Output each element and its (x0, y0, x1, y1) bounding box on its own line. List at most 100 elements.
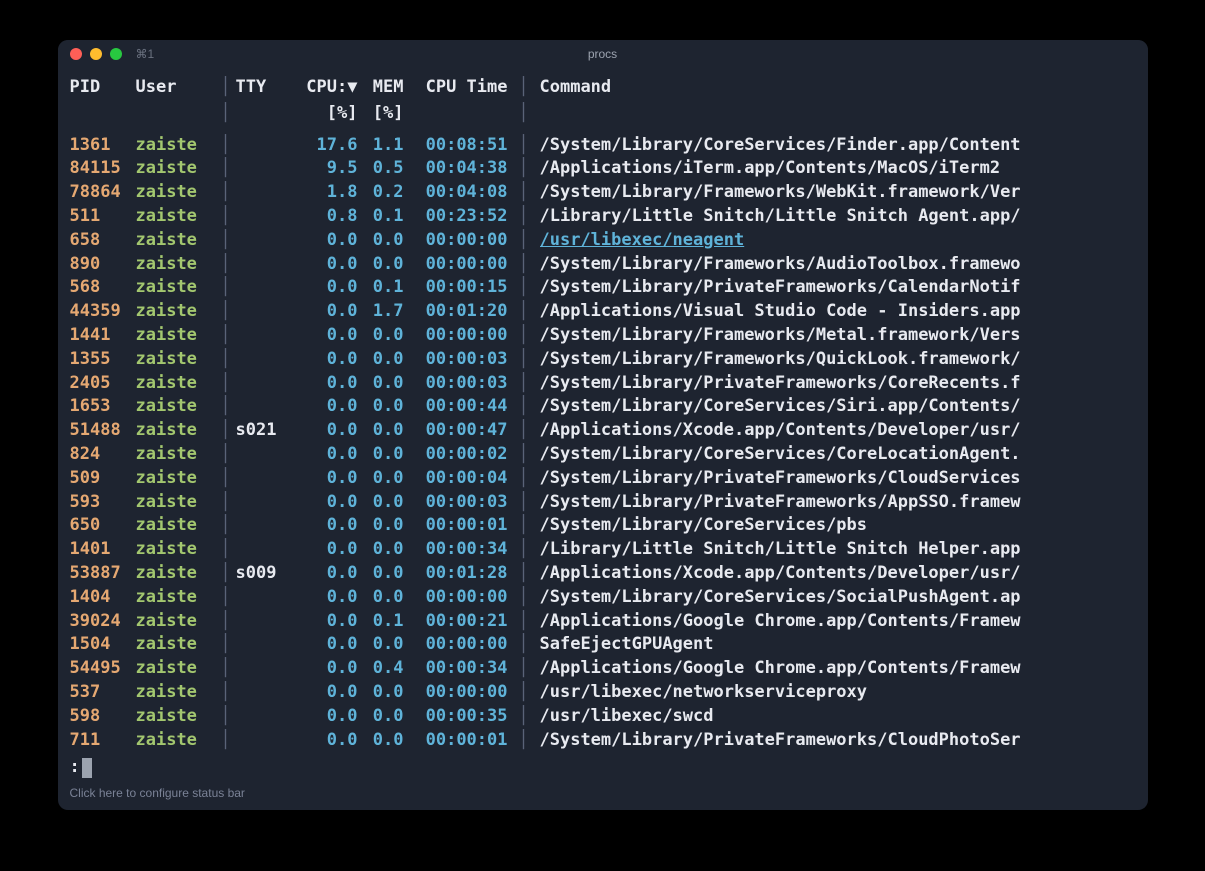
cell-command: /Applications/Google Chrome.app/Contents… (540, 657, 1136, 681)
table-row[interactable]: 650zaiste│0.00.000:00:01│/System/Library… (70, 514, 1136, 538)
column-divider: │ (216, 76, 236, 100)
cell-cputime: 00:00:00 (404, 586, 508, 610)
table-row[interactable]: 2405zaiste│0.00.000:00:03│/System/Librar… (70, 372, 1136, 396)
header-cputime[interactable]: CPU Time (404, 76, 508, 100)
table-row[interactable]: 537zaiste│0.00.000:00:00│/usr/libexec/ne… (70, 681, 1136, 705)
cell-user: zaiste (136, 514, 216, 538)
cell-cputime: 00:00:00 (404, 324, 508, 348)
table-row[interactable]: 1355zaiste│0.00.000:00:03│/System/Librar… (70, 348, 1136, 372)
table-row[interactable]: 44359zaiste│0.01.700:01:20│/Applications… (70, 300, 1136, 324)
cell-pid: 568 (70, 276, 136, 300)
cell-user: zaiste (136, 324, 216, 348)
header-cpu[interactable]: CPU:▼ (292, 76, 358, 100)
cell-tty (236, 705, 292, 729)
cell-mem: 0.0 (358, 395, 404, 419)
titlebar[interactable]: ⌘1 procs (58, 40, 1148, 68)
table-row[interactable]: 51488zaiste│s0210.00.000:00:47│/Applicat… (70, 419, 1136, 443)
table-row[interactable]: 53887zaiste│s0090.00.000:01:28│/Applicat… (70, 562, 1136, 586)
table-row[interactable]: 84115zaiste│9.50.500:04:38│/Applications… (70, 157, 1136, 181)
column-divider: │ (508, 443, 540, 467)
column-divider: │ (216, 157, 236, 181)
cell-mem: 0.0 (358, 324, 404, 348)
cell-tty (236, 276, 292, 300)
table-subheader: │ [%] [%] │ (70, 102, 1136, 134)
cell-mem: 0.0 (358, 443, 404, 467)
cell-mem: 1.7 (358, 300, 404, 324)
cell-cpu: 0.0 (292, 395, 358, 419)
table-row[interactable]: 1361zaiste│17.61.100:08:51│/System/Libra… (70, 134, 1136, 158)
prompt-line[interactable]: : (70, 752, 1136, 780)
prompt-char: : (70, 756, 80, 780)
header-user[interactable]: User (136, 76, 216, 100)
column-divider: │ (508, 657, 540, 681)
table-row[interactable]: 1401zaiste│0.00.000:00:34│/Library/Littl… (70, 538, 1136, 562)
column-divider: │ (508, 395, 540, 419)
cell-pid: 511 (70, 205, 136, 229)
cell-user: zaiste (136, 157, 216, 181)
cell-cputime: 00:00:21 (404, 610, 508, 634)
table-row[interactable]: 711zaiste│0.00.000:00:01│/System/Library… (70, 729, 1136, 753)
cell-user: zaiste (136, 253, 216, 277)
table-row[interactable]: 890zaiste│0.00.000:00:00│/System/Library… (70, 253, 1136, 277)
cell-user: zaiste (136, 633, 216, 657)
cell-command: SafeEjectGPUAgent (540, 633, 1136, 657)
cell-tty (236, 729, 292, 753)
maximize-window-button[interactable] (110, 48, 122, 60)
table-row[interactable]: 1504zaiste│0.00.000:00:00│SafeEjectGPUAg… (70, 633, 1136, 657)
column-divider: │ (508, 253, 540, 277)
table-row[interactable]: 1404zaiste│0.00.000:00:00│/System/Librar… (70, 586, 1136, 610)
cell-cpu: 0.0 (292, 538, 358, 562)
cell-user: zaiste (136, 229, 216, 253)
column-divider: │ (216, 372, 236, 396)
status-bar[interactable]: Click here to configure status bar (58, 780, 1148, 810)
header-mem[interactable]: MEM (358, 76, 404, 100)
cell-tty (236, 372, 292, 396)
table-row[interactable]: 598zaiste│0.00.000:00:35│/usr/libexec/sw… (70, 705, 1136, 729)
cell-cpu: 0.0 (292, 610, 358, 634)
column-divider: │ (216, 633, 236, 657)
column-divider: │ (508, 514, 540, 538)
header-tty[interactable]: TTY (236, 76, 292, 100)
column-divider: │ (216, 705, 236, 729)
cell-command: /Applications/Xcode.app/Contents/Develop… (540, 419, 1136, 443)
header-command[interactable]: Command (540, 76, 1136, 100)
cell-cputime: 00:00:34 (404, 657, 508, 681)
cell-user: zaiste (136, 395, 216, 419)
cell-command: /usr/libexec/swcd (540, 705, 1136, 729)
cell-cpu: 0.0 (292, 705, 358, 729)
cell-cpu: 0.0 (292, 467, 358, 491)
tab-label[interactable]: ⌘1 (136, 47, 155, 61)
cell-pid: 509 (70, 467, 136, 491)
cell-tty (236, 538, 292, 562)
header-pid[interactable]: PID (70, 76, 136, 100)
column-divider: │ (216, 729, 236, 753)
terminal-body[interactable]: PID User │ TTY CPU:▼ MEM CPU Time │ Comm… (58, 68, 1148, 780)
table-row[interactable]: 78864zaiste│1.80.200:04:08│/System/Libra… (70, 181, 1136, 205)
table-row[interactable]: 509zaiste│0.00.000:00:04│/System/Library… (70, 467, 1136, 491)
minimize-window-button[interactable] (90, 48, 102, 60)
cell-pid: 54495 (70, 657, 136, 681)
table-row[interactable]: 568zaiste│0.00.100:00:15│/System/Library… (70, 276, 1136, 300)
table-row[interactable]: 39024zaiste│0.00.100:00:21│/Applications… (70, 610, 1136, 634)
table-row[interactable]: 658zaiste│0.00.000:00:00│/usr/libexec/ne… (70, 229, 1136, 253)
cell-mem: 0.0 (358, 467, 404, 491)
table-row[interactable]: 1441zaiste│0.00.000:00:00│/System/Librar… (70, 324, 1136, 348)
cell-tty (236, 205, 292, 229)
column-divider: │ (508, 467, 540, 491)
cell-cpu: 17.6 (292, 134, 358, 158)
cell-pid: 1653 (70, 395, 136, 419)
table-row[interactable]: 824zaiste│0.00.000:00:02│/System/Library… (70, 443, 1136, 467)
table-row[interactable]: 593zaiste│0.00.000:00:03│/System/Library… (70, 491, 1136, 515)
cell-mem: 0.0 (358, 348, 404, 372)
cell-mem: 1.1 (358, 134, 404, 158)
cell-cputime: 00:00:00 (404, 633, 508, 657)
table-row[interactable]: 54495zaiste│0.00.400:00:34│/Applications… (70, 657, 1136, 681)
cell-tty (236, 467, 292, 491)
table-row[interactable]: 511zaiste│0.80.100:23:52│/Library/Little… (70, 205, 1136, 229)
cell-cputime: 00:00:04 (404, 467, 508, 491)
cell-tty: s009 (236, 562, 292, 586)
cell-command: /System/Library/PrivateFrameworks/CoreRe… (540, 372, 1136, 396)
cell-command[interactable]: /usr/libexec/neagent (540, 229, 1136, 253)
close-window-button[interactable] (70, 48, 82, 60)
table-row[interactable]: 1653zaiste│0.00.000:00:44│/System/Librar… (70, 395, 1136, 419)
